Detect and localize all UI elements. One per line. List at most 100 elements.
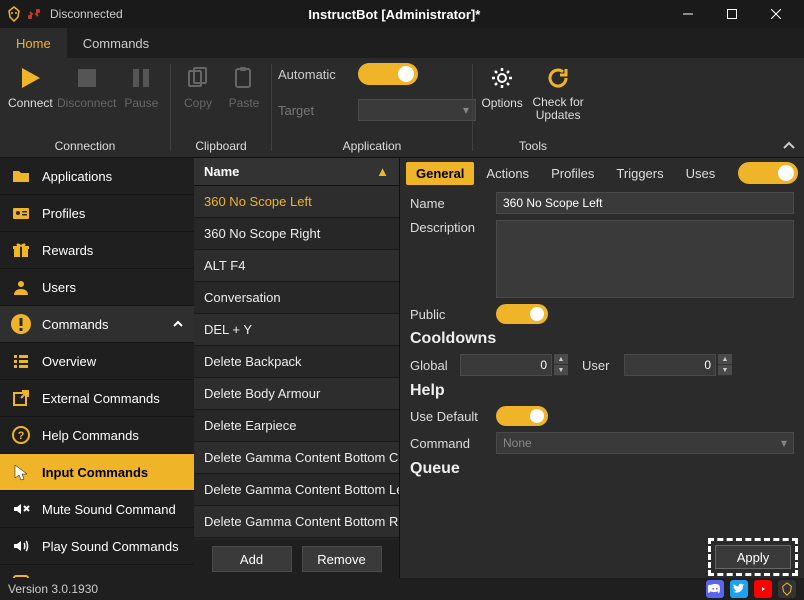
use-default-toggle[interactable] [496,406,548,426]
connection-status: Disconnected [50,7,123,21]
sidebar-item-label: Overview [42,354,96,369]
target-dropdown[interactable]: ▾ [358,99,476,121]
connect-button[interactable]: Connect [6,60,55,114]
minimize-button[interactable] [666,0,710,28]
check-updates-button[interactable]: Check for Updates [529,60,587,126]
bot-status-icon[interactable] [778,580,796,598]
sidebar-item-label: Mute Sound Command [42,502,176,517]
sidebar-item-external-commands[interactable]: External Commands [0,380,194,417]
sidebar-item-mute-sound-command[interactable]: Mute Sound Command [0,491,194,528]
help-section-header: Help [410,382,794,400]
gear-icon [488,64,516,92]
global-cooldown-stepper[interactable]: ▲▼ [460,354,568,376]
list-item[interactable]: DEL + Y [194,314,399,346]
gift-icon [10,239,32,261]
cursor-icon [10,461,32,483]
sidebar-item-input-commands[interactable]: Input Commands [0,454,194,491]
stepper-up-icon[interactable]: ▲ [554,354,568,365]
paste-button[interactable]: Paste [223,60,265,114]
list-item[interactable]: 360 No Scope Left [194,186,399,218]
user-icon [10,276,32,298]
tab-home[interactable]: Home [0,28,67,58]
command-field-label: Command [410,436,488,451]
ribbon-group-tools: Tools [479,137,587,155]
exclamation-icon [10,313,32,335]
pause-icon [127,64,155,92]
statusbar: Version 3.0.1930 [0,578,804,600]
list-item[interactable]: Delete Gamma Content Bottom Ri... [194,506,399,538]
pause-button[interactable]: Pause [119,60,164,114]
global-field-label: Global [410,358,452,373]
queue-section-header: Queue [410,460,794,478]
target-label: Target [278,103,342,118]
options-button[interactable]: Options [479,60,525,114]
sidebar-item-applications[interactable]: Applications [0,158,194,195]
list-header-name[interactable]: Name ▲ [194,158,399,186]
ribbon-group-clipboard: Clipboard [177,137,265,155]
copy-button[interactable]: Copy [177,60,219,114]
discord-icon[interactable] [706,580,724,598]
stepper-down-icon[interactable]: ▼ [554,365,568,376]
chevron-up-icon [172,318,184,330]
list-item[interactable]: Conversation [194,282,399,314]
cooldowns-section-header: Cooldowns [410,330,794,348]
detail-tab-actions[interactable]: Actions [476,162,539,185]
sidebar-item-label: Applications [42,169,112,184]
detail-enabled-toggle[interactable] [738,162,798,184]
apply-button[interactable]: Apply [715,545,791,569]
sort-asc-icon: ▲ [376,164,389,179]
sidebar-item-overview[interactable]: Overview [0,343,194,380]
detail-tab-general[interactable]: General [406,162,474,185]
automatic-toggle[interactable] [358,63,418,85]
svg-text:?: ? [18,430,25,442]
sidebar-item-users[interactable]: Users [0,269,194,306]
remove-button[interactable]: Remove [302,546,382,572]
list-item[interactable]: Delete Gamma Content Bottom Ce... [194,442,399,474]
list-item[interactable]: Delete Gamma Content Bottom Left [194,474,399,506]
sidebar-item-commands[interactable]: Commands [0,306,194,343]
sidebar-item-play-sound-commands[interactable]: Play Sound Commands [0,528,194,565]
add-button[interactable]: Add [212,546,292,572]
list-item[interactable]: Delete Body Armour [194,378,399,410]
tab-commands[interactable]: Commands [67,28,165,58]
maximize-button[interactable] [710,0,754,28]
external-icon [10,387,32,409]
sidebar-item-random-commands[interactable]: Random Commands [0,565,194,578]
list-item[interactable]: Delete Earpiece [194,410,399,442]
sidebar-item-label: External Commands [42,391,160,406]
detail-panel: General Actions Profiles Triggers Uses N… [400,158,804,578]
sidebar-item-rewards[interactable]: Rewards [0,232,194,269]
tab-home-label: Home [16,36,51,51]
dice-icon [10,572,32,578]
list-item[interactable]: 360 No Scope Right [194,218,399,250]
list-item[interactable]: ALT F4 [194,250,399,282]
user-cooldown-stepper[interactable]: ▲▼ [624,354,732,376]
youtube-icon[interactable] [754,580,772,598]
speaker-mute-icon [10,498,32,520]
list-item[interactable]: Delete Backpack [194,346,399,378]
sidebar-item-label: Users [42,280,76,295]
command-dropdown[interactable]: None ▾ [496,432,794,454]
ribbon-collapse-icon[interactable] [782,139,796,153]
disconnect-button[interactable]: Disconnect [59,60,115,114]
close-button[interactable] [754,0,798,28]
twitter-icon[interactable] [730,580,748,598]
question-icon: ? [10,424,32,446]
sidebar-item-profiles[interactable]: Profiles [0,195,194,232]
folder-icon [10,165,32,187]
name-input[interactable] [496,192,794,214]
disconnected-icon [26,6,42,22]
detail-tab-profiles[interactable]: Profiles [541,162,604,185]
stepper-up-icon[interactable]: ▲ [718,354,732,365]
stepper-down-icon[interactable]: ▼ [718,365,732,376]
detail-tab-triggers[interactable]: Triggers [606,162,673,185]
main-tabs: Home Commands [0,28,804,58]
detail-tab-uses[interactable]: Uses [676,162,726,185]
stop-icon [73,64,101,92]
chevron-down-icon: ▾ [463,103,469,117]
sidebar-item-help-commands[interactable]: ? Help Commands [0,417,194,454]
copy-icon [184,64,212,92]
public-toggle[interactable] [496,304,548,324]
description-field-label: Description [410,220,488,235]
description-input[interactable] [496,220,794,298]
